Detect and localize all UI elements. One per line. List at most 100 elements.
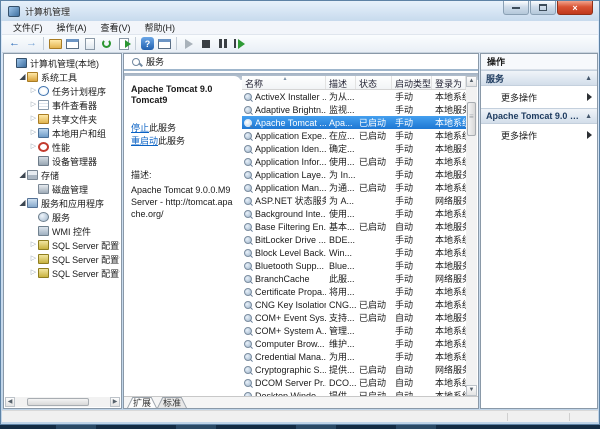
service-row-5[interactable]: Application Infor...使用...已启动手动本地系统 [242, 155, 466, 168]
tree-horizontal-scrollbar[interactable]: ◀ ▶ [5, 397, 120, 407]
service-row-10[interactable]: Base Filtering En...基本...已启动自动本地服务 [242, 220, 466, 233]
service-row-12[interactable]: Block Level Back...Win...手动本地系统 [242, 246, 466, 259]
console-window-button[interactable] [64, 36, 81, 52]
service-row-3[interactable]: Application Expe...在应...已启动手动本地系统 [242, 129, 466, 142]
actions-section-header-1[interactable]: Apache Tomcat 9.0 Tomc...▲ [481, 108, 597, 124]
refresh-button[interactable] [98, 36, 115, 52]
column-header-4[interactable]: 登录为 [432, 76, 466, 89]
service-row-8[interactable]: ASP.NET 状态服务为 A...手动网络服务 [242, 194, 466, 207]
service-row-1[interactable]: Adaptive Brightn...监视...手动本地服务 [242, 103, 466, 116]
service-name: Adaptive Brightn... [255, 105, 326, 115]
service-desc-cell: Apa... [326, 118, 356, 128]
service-row-23[interactable]: Desktop Windo...提供...已启动自动本地系统 [242, 389, 466, 396]
panes-button[interactable] [156, 36, 173, 52]
tab-扩展[interactable]: 扩展 [127, 397, 157, 408]
collapsed-arrow-icon[interactable]: ▷ [29, 266, 38, 280]
tree-item-1[interactable]: ◢系统工具 [5, 70, 120, 84]
close-button[interactable]: × [557, 1, 593, 15]
service-row-14[interactable]: BranchCache此服...手动网络服务 [242, 272, 466, 285]
expanded-arrow-icon[interactable]: ◢ [18, 168, 27, 182]
service-row-22[interactable]: DCOM Server Pr...DCO...已启动自动本地系统 [242, 376, 466, 389]
tree-item-10[interactable]: ◢服务和应用程序 [5, 196, 120, 210]
service-row-13[interactable]: Bluetooth Supp...Blue...手动本地服务 [242, 259, 466, 272]
expanded-arrow-icon[interactable]: ◢ [18, 70, 27, 84]
column-header-1[interactable]: 描述 [326, 76, 356, 89]
service-row-7[interactable]: Application Man...为通...已启动手动本地系统 [242, 181, 466, 194]
service-row-16[interactable]: CNG Key IsolationCNG...已启动手动本地系统 [242, 298, 466, 311]
list-vertical-scrollbar[interactable]: ▲ ▼ [466, 76, 477, 396]
scroll-up-button[interactable]: ▲ [466, 76, 477, 87]
service-row-0[interactable]: ActiveX Installer ...为从...手动本地系统 [242, 90, 466, 103]
service-row-18[interactable]: COM+ System A...管理...手动本地系统 [242, 324, 466, 337]
menu-item-0[interactable]: 文件(F) [6, 21, 50, 35]
pause-button[interactable] [214, 36, 231, 52]
tree-item-5[interactable]: ▷本地用户和组 [5, 126, 120, 140]
export-button[interactable] [115, 36, 132, 52]
tree-item-8[interactable]: ◢存储 [5, 168, 120, 182]
forward-button[interactable]: → [23, 36, 40, 52]
tree-item-12[interactable]: WMI 控件 [5, 224, 120, 238]
menu-item-2[interactable]: 查看(V) [94, 21, 138, 35]
tree-item-15[interactable]: ▷SQL Server 配置管理器 [5, 266, 120, 280]
tree-item-3[interactable]: ▷事件查看器 [5, 98, 120, 112]
actions-item-0-0[interactable]: 更多操作 [481, 89, 597, 105]
service-row-19[interactable]: Computer Brow...维护...手动本地系统 [242, 337, 466, 350]
service-row-11[interactable]: BitLocker Drive ...BDE...手动本地系统 [242, 233, 466, 246]
title-bar[interactable]: 计算机管理 × [1, 1, 599, 21]
service-row-15[interactable]: Certificate Propa...将用...手动本地系统 [242, 285, 466, 298]
scrollbar-thumb[interactable] [467, 102, 476, 136]
tree-item-11[interactable]: 服务 [5, 210, 120, 224]
collapsed-arrow-icon[interactable]: ▷ [29, 140, 38, 154]
column-header-2[interactable]: 状态 [356, 76, 392, 89]
help-button[interactable]: ? [139, 36, 156, 52]
collapsed-arrow-icon[interactable]: ▷ [29, 112, 38, 126]
tab-标准[interactable]: 标准 [157, 397, 187, 408]
collapsed-arrow-icon[interactable]: ▷ [29, 252, 38, 266]
maximize-button[interactable] [530, 1, 556, 15]
scroll-down-button[interactable]: ▼ [466, 385, 477, 396]
service-row-21[interactable]: Cryptographic S...提供...已启动自动网络服务 [242, 363, 466, 376]
expanded-arrow-icon[interactable]: ◢ [18, 196, 27, 210]
menu-item-3[interactable]: 帮助(H) [138, 21, 183, 35]
restart-button[interactable] [231, 36, 248, 52]
service-name-cell: Computer Brow... [242, 339, 326, 349]
service-row-17[interactable]: COM+ Event Sys...支持...已启动自动本地服务 [242, 311, 466, 324]
tree-item-4[interactable]: ▷共享文件夹 [5, 112, 120, 126]
collapsed-arrow-icon[interactable]: ▷ [29, 84, 38, 98]
service-name: Block Level Back... [255, 248, 326, 258]
tree-item-13[interactable]: ▷SQL Server 配置管理器 [5, 238, 120, 252]
stop-button[interactable] [197, 36, 214, 52]
collapsed-arrow-icon[interactable]: ▷ [29, 98, 38, 112]
column-header-3[interactable]: 启动类型 [392, 76, 432, 89]
service-row-6[interactable]: Application Laye...为 In...手动本地服务 [242, 168, 466, 181]
column-header-0[interactable]: 名称▴ [242, 76, 326, 89]
actions-section-header-0[interactable]: 服务▲ [481, 70, 597, 86]
service-row-4[interactable]: Application Iden...确定...手动本地服务 [242, 142, 466, 155]
tree-item-7[interactable]: 设备管理器 [5, 154, 120, 168]
service-row-9[interactable]: Background Inte...使用...手动本地系统 [242, 207, 466, 220]
service-name-cell: Cryptographic S... [242, 365, 326, 375]
tree-item-14[interactable]: ▷SQL Server 配置管理器 [5, 252, 120, 266]
tree-item-9[interactable]: 磁盘管理 [5, 182, 120, 196]
collapsed-arrow-icon[interactable]: ▷ [29, 238, 38, 252]
collapsed-arrow-icon[interactable]: ▷ [29, 126, 38, 140]
service-desc-cell: Win... [326, 248, 356, 258]
service-status-cell: 已启动 [356, 376, 392, 389]
menu-item-1[interactable]: 操作(A) [50, 21, 94, 35]
tree-item-6[interactable]: ▷性能 [5, 140, 120, 154]
scrollbar-thumb[interactable] [27, 398, 89, 406]
service-row-2[interactable]: Apache Tomcat ...Apa...已启动手动本地系统 [242, 116, 466, 129]
tree-item-2[interactable]: ▷任务计划程序 [5, 84, 120, 98]
actions-item-1-0[interactable]: 更多操作 [481, 127, 597, 143]
stop-service-link[interactable]: 停止 [131, 123, 149, 133]
restart-service-link[interactable]: 重启动 [131, 136, 158, 146]
scroll-left-button[interactable]: ◀ [5, 397, 15, 407]
service-row-20[interactable]: Credential Mana...为用...手动本地系统 [242, 350, 466, 363]
start-button[interactable] [180, 36, 197, 52]
tree-item-0[interactable]: 计算机管理(本地) [5, 56, 120, 70]
scroll-right-button[interactable]: ▶ [110, 397, 120, 407]
document-button[interactable] [81, 36, 98, 52]
minimize-button[interactable] [503, 1, 529, 15]
folder-button[interactable] [47, 36, 64, 52]
back-button[interactable]: ← [6, 36, 23, 52]
